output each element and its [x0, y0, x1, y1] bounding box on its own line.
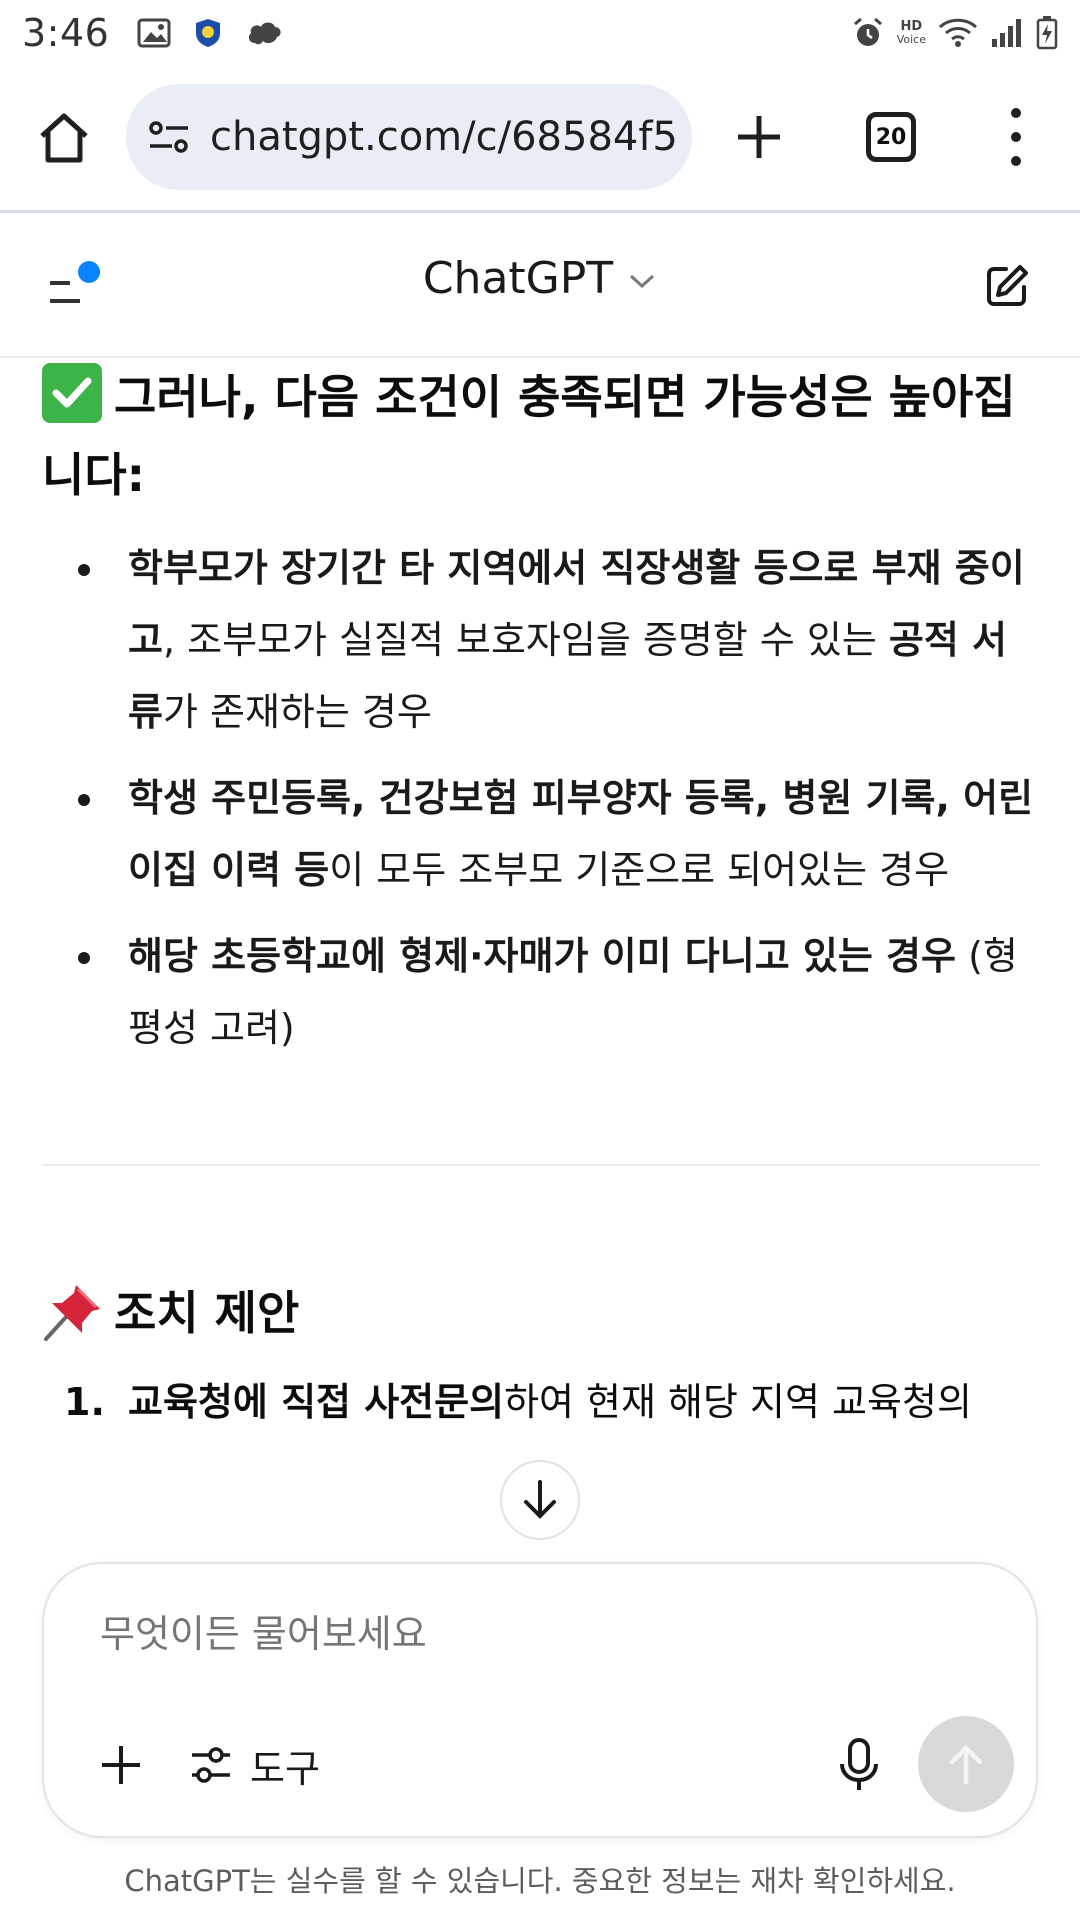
- arrow-down-icon: [524, 1480, 556, 1519]
- model-selector[interactable]: ChatGPT: [0, 253, 1080, 304]
- battery-charging-icon: [1036, 16, 1058, 50]
- chevron-down-icon: [630, 274, 655, 289]
- action-list-item: 1. 교육청에 직접 사전문의하여 현재 해당 지역 교육청의: [64, 1380, 972, 1424]
- status-bar: 3:46 HD Voice: [0, 0, 1080, 66]
- scroll-to-bottom-button[interactable]: [500, 1460, 580, 1540]
- attach-plus-icon[interactable]: [96, 1740, 146, 1790]
- send-button[interactable]: [918, 1716, 1014, 1812]
- divider: [42, 1164, 1040, 1166]
- chat-header: ChatGPT: [0, 213, 1080, 358]
- pushpin-icon: [44, 1285, 100, 1341]
- check-mark-icon: [42, 363, 102, 423]
- section-heading-actions: 조치 제안: [42, 1274, 1040, 1352]
- tools-sliders-icon: [192, 1747, 230, 1783]
- prompt-input[interactable]: [100, 1612, 960, 1656]
- alarm-icon: [853, 17, 882, 46]
- list-item: 학부모가 장기간 타 지역에서 직장생활 등으로 부재 중이고, 조부모가 실질…: [42, 532, 1040, 748]
- status-time: 3:46: [22, 11, 110, 55]
- tab-switcher-button[interactable]: 20: [866, 112, 916, 162]
- site-settings-icon[interactable]: [148, 119, 190, 155]
- conditions-list: 학부모가 장기간 타 지역에서 직장생활 등으로 부재 중이고, 조부모가 실질…: [42, 532, 1040, 1064]
- section-heading-conditions: 그러나, 다음 조건이 충족되면 가능성은 높아집니다:: [42, 358, 1040, 514]
- shield-app-icon: [196, 19, 221, 47]
- microphone-icon[interactable]: [834, 1736, 884, 1794]
- signal-icon: [992, 19, 1021, 47]
- browser-menu-icon[interactable]: [1004, 108, 1028, 166]
- page-title: ChatGPT: [422, 253, 614, 304]
- browser-toolbar: chatgpt.com/c/68584f5 20: [0, 80, 1080, 194]
- message-composer: 도구: [42, 1562, 1038, 1838]
- disclaimer-text: ChatGPT는 실수를 할 수 있습니다. 중요한 정보는 재차 확인하세요.: [124, 1864, 956, 1898]
- assistant-message: 그러나, 다음 조건이 충족되면 가능성은 높아집니다: 학부모가 장기간 타 …: [42, 358, 1040, 1426]
- hd-voice-badge: HD Voice: [896, 19, 926, 46]
- url-text[interactable]: chatgpt.com/c/68584f5: [210, 114, 678, 160]
- list-item: 학생 주민등록, 건강보험 피부양자 등록, 병원 기록, 어린이집 이력 등이…: [42, 762, 1040, 906]
- new-chat-edit-icon[interactable]: [984, 263, 1030, 309]
- home-icon[interactable]: [36, 110, 92, 166]
- wifi-icon: [938, 18, 978, 47]
- tools-label: 도구: [250, 1746, 320, 1791]
- tools-button[interactable]: 도구: [190, 1740, 320, 1791]
- address-bar[interactable]: chatgpt.com/c/68584f5: [126, 84, 692, 190]
- new-tab-plus-icon[interactable]: [734, 112, 784, 162]
- arrow-up-icon: [949, 1744, 983, 1785]
- gallery-icon: [137, 18, 171, 48]
- list-item: 해당 초등학교에 형제·자매가 이미 다니고 있는 경우 (형평성 고려): [42, 920, 1040, 1064]
- cloud-app-icon: [249, 22, 281, 45]
